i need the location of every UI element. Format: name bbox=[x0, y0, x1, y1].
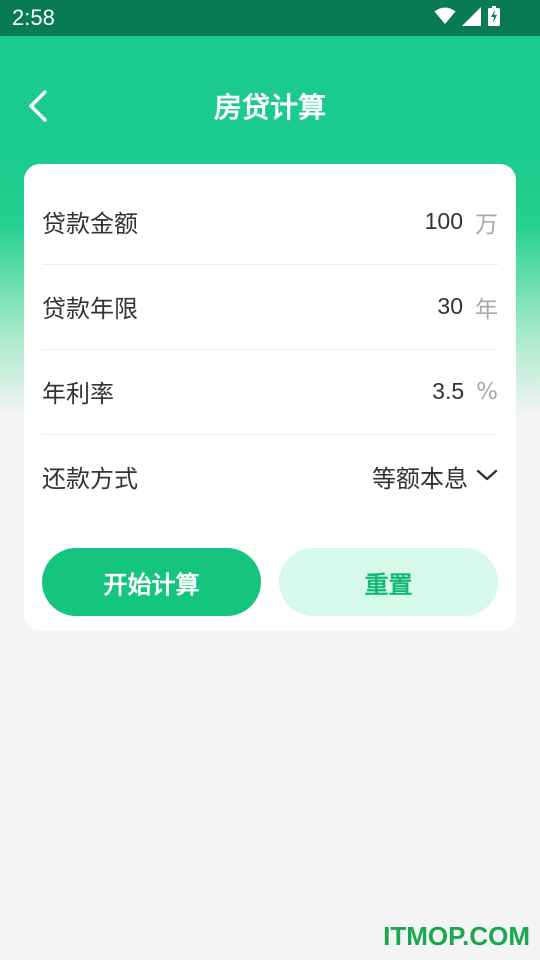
status-icons bbox=[434, 6, 500, 30]
repayment-method-label: 还款方式 bbox=[42, 465, 138, 493]
signal-icon bbox=[462, 6, 482, 30]
watermark-logo: ITMOP.COM bbox=[383, 921, 530, 951]
repayment-method-value: 等额本息 bbox=[372, 465, 468, 493]
loan-form-card: 贷款金额 100 万 贷款年限 30 年 年利率 3.5 % 还款方式 等额本息 bbox=[24, 164, 516, 631]
interest-rate-row[interactable]: 年利率 3.5 % bbox=[42, 349, 498, 435]
loan-term-field[interactable]: 30 年 bbox=[437, 290, 498, 324]
interest-rate-field[interactable]: 3.5 % bbox=[432, 378, 498, 405]
loan-term-label: 贷款年限 bbox=[42, 295, 138, 323]
page-title: 房贷计算 bbox=[213, 91, 326, 124]
loan-amount-row[interactable]: 贷款金额 100 万 bbox=[42, 179, 498, 265]
loan-term-unit: 年 bbox=[475, 296, 498, 323]
calculate-button[interactable]: 开始计算 bbox=[42, 548, 261, 616]
wifi-icon bbox=[434, 7, 456, 29]
loan-amount-input[interactable]: 100 bbox=[425, 208, 463, 235]
status-time: 2:58 bbox=[12, 5, 55, 30]
status-bar: 2:58 bbox=[0, 0, 540, 36]
interest-rate-unit: % bbox=[476, 378, 498, 405]
chevron-down-icon bbox=[476, 467, 498, 486]
battery-charging-icon bbox=[488, 6, 500, 30]
repayment-method-row[interactable]: 还款方式 等额本息 bbox=[42, 434, 498, 519]
interest-rate-label: 年利率 bbox=[42, 380, 114, 408]
loan-term-row[interactable]: 贷款年限 30 年 bbox=[42, 264, 498, 350]
loan-amount-unit: 万 bbox=[475, 211, 498, 238]
interest-rate-input[interactable]: 3.5 bbox=[432, 378, 464, 405]
repayment-method-select[interactable]: 等额本息 bbox=[372, 459, 498, 494]
loan-term-input[interactable]: 30 bbox=[437, 293, 463, 320]
loan-amount-field[interactable]: 100 万 bbox=[425, 205, 498, 239]
loan-amount-label: 贷款金额 bbox=[42, 210, 138, 238]
reset-button[interactable]: 重置 bbox=[279, 548, 498, 616]
